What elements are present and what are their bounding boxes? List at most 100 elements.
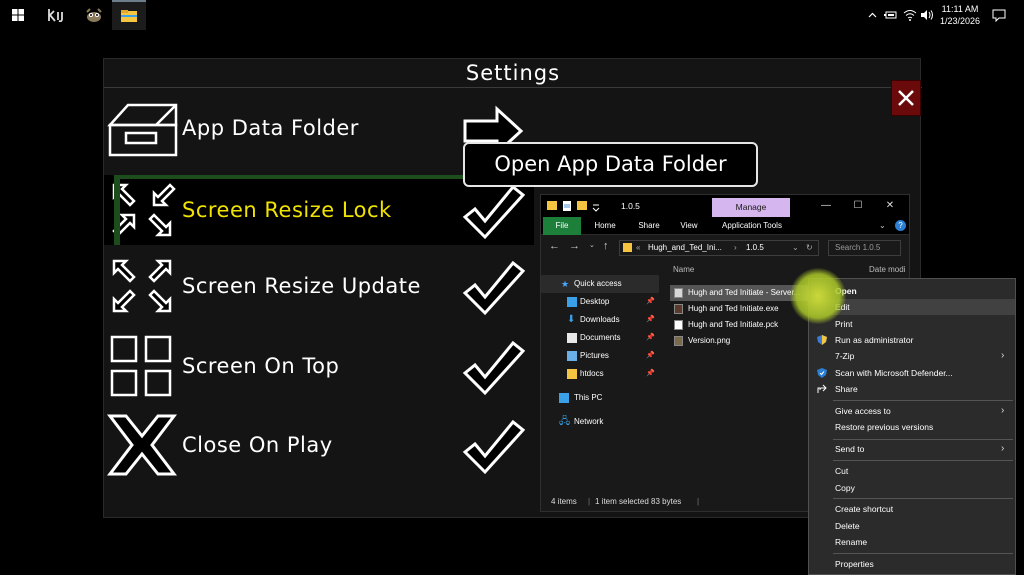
tab-share[interactable]: Share [629, 217, 669, 235]
close-icon [898, 90, 914, 106]
menu-item-share[interactable]: Share [809, 381, 1015, 397]
menu-item-give-access[interactable]: Give access to › [809, 403, 1015, 419]
setting-row-screen-on-top[interactable]: Screen On Top [104, 331, 534, 401]
settings-title: Settings [465, 61, 561, 85]
refresh-icon[interactable]: ↻ [806, 241, 813, 255]
nav-quick-access[interactable]: ★ Quick access [541, 275, 659, 293]
file-row[interactable]: Version.png [670, 333, 820, 349]
nav-pictures[interactable]: Pictures 📌 [541, 347, 659, 365]
file-row[interactable]: Hugh and Ted Initiate.exe [670, 301, 820, 317]
folder-icon [121, 10, 137, 22]
address-bar[interactable]: « Hugh_and_Ted_Ini... › 1.0.5 ⌄ ↻ [619, 240, 819, 256]
submenu-arrow-icon: › [1001, 443, 1005, 454]
clock-time[interactable]: 11:11 AM [935, 3, 985, 15]
recent-locations-icon[interactable]: ⌄ [589, 241, 595, 249]
explorer-title: 1.0.5 [621, 201, 640, 211]
close-window-icon[interactable]: ✕ [875, 195, 905, 217]
download-icon: ⬇ [567, 314, 576, 325]
menu-separator [833, 553, 1013, 554]
nav-this-pc[interactable]: This PC [541, 389, 659, 407]
volume-icon[interactable] [919, 0, 935, 30]
breadcrumb-parent[interactable]: Hugh_and_Ted_Ini... [648, 241, 722, 255]
computer-icon [559, 393, 569, 403]
ribbon-expand-icon[interactable]: ⌄ [879, 221, 886, 230]
menu-item-copy[interactable]: Copy [809, 480, 1015, 496]
menu-item-rename[interactable]: Rename [809, 534, 1015, 550]
clock-date[interactable]: 1/23/2026 [935, 15, 985, 27]
share-icon [817, 384, 827, 393]
breadcrumb-current[interactable]: 1.0.5 [746, 241, 764, 255]
menu-item-print[interactable]: Print [809, 316, 1015, 332]
menu-item-edit[interactable]: Edit [809, 299, 1015, 315]
search-input[interactable]: Search 1.0.5 [828, 240, 901, 256]
address-dropdown-icon[interactable]: ⌄ [792, 241, 799, 255]
pin-icon[interactable]: 📌 [646, 365, 655, 383]
menu-item-send-to[interactable]: Send to › [809, 441, 1015, 457]
menu-item-open[interactable]: Open [809, 283, 1015, 299]
menu-item-create-shortcut[interactable]: Create shortcut [809, 501, 1015, 517]
taskbar-app-kj[interactable] [42, 0, 70, 30]
tab-view[interactable]: View [671, 217, 707, 235]
app-kj-icon [48, 9, 63, 22]
close-button[interactable] [891, 80, 921, 116]
pin-icon[interactable]: 📌 [646, 347, 655, 365]
tab-file[interactable]: File [543, 217, 581, 235]
taskbar-app-gimp[interactable] [80, 0, 108, 30]
column-header-date[interactable]: Date modi [869, 265, 905, 274]
submenu-arrow-icon: › [1001, 405, 1005, 416]
taskbar-app-file-explorer[interactable] [112, 0, 146, 30]
file-icon [674, 320, 683, 330]
file-row[interactable]: Hugh and Ted Initiate - Server... [670, 285, 820, 301]
taskbar: 11:11 AM 1/23/2026 [0, 0, 1024, 30]
up-arrow-icon[interactable]: ↑ [603, 240, 609, 252]
notifications-icon[interactable] [990, 0, 1008, 30]
document-icon [567, 333, 577, 343]
file-row[interactable]: Hugh and Ted Initiate.pck [670, 317, 820, 333]
menu-item-run-as-admin[interactable]: Run as administrator [809, 332, 1015, 348]
nav-desktop[interactable]: Desktop 📌 [541, 293, 659, 311]
gimp-icon [86, 8, 102, 22]
nav-network[interactable]: 🖧 Network [541, 413, 659, 431]
status-item-count: 4 items [551, 497, 577, 506]
manage-tab[interactable]: Manage [712, 198, 790, 217]
breadcrumb-overflow[interactable]: « [636, 241, 640, 255]
status-divider: | [588, 497, 591, 506]
start-button[interactable] [4, 0, 32, 30]
ribbon-tabs: File Home Share View Application Tools ⌄… [541, 217, 909, 235]
tab-application-tools[interactable]: Application Tools [711, 217, 793, 235]
nav-htdocs[interactable]: htdocs 📌 [541, 365, 659, 383]
battery-icon[interactable] [882, 0, 898, 30]
pin-icon[interactable]: 📌 [646, 329, 655, 347]
help-icon[interactable]: ? [895, 220, 906, 231]
tab-home[interactable]: Home [585, 217, 625, 235]
nav-downloads[interactable]: ⬇ Downloads 📌 [541, 311, 659, 329]
pin-icon[interactable]: 📌 [646, 293, 655, 311]
status-divider: | [697, 497, 700, 506]
setting-row-close-on-play[interactable]: Close On Play [104, 410, 534, 480]
setting-label: Close On Play [182, 433, 333, 457]
menu-item-properties[interactable]: Properties [809, 556, 1015, 572]
nav-documents[interactable]: Documents 📌 [541, 329, 659, 347]
menu-item-delete[interactable]: Delete [809, 518, 1015, 534]
column-header-name[interactable]: Name [673, 265, 694, 274]
setting-label: App Data Folder [182, 116, 359, 140]
desktop: 11:11 AM 1/23/2026 Settings App Data Fol… [0, 0, 1024, 575]
menu-item-scan-defender[interactable]: Scan with Microsoft Defender... [809, 365, 1015, 381]
windows-logo-icon [12, 9, 24, 21]
menu-item-7zip[interactable]: 7-Zip › [809, 348, 1015, 364]
quick-access-toolbar-icons[interactable] [547, 200, 607, 212]
back-arrow-icon[interactable]: ← [549, 240, 560, 252]
x-icon [106, 414, 178, 476]
forward-arrow-icon[interactable]: → [569, 240, 580, 252]
setting-label: Screen On Top [182, 354, 340, 378]
menu-item-cut[interactable]: Cut [809, 463, 1015, 479]
pin-icon[interactable]: 📌 [646, 311, 655, 329]
chevron-up-icon[interactable] [866, 0, 878, 30]
setting-row-screen-resize-update[interactable]: Screen Resize Update [104, 251, 534, 321]
network-icon: 🖧 [559, 416, 571, 427]
menu-item-restore-versions[interactable]: Restore previous versions [809, 419, 1015, 435]
wifi-icon[interactable] [902, 0, 918, 30]
maximize-icon[interactable]: ☐ [843, 195, 873, 217]
minimize-icon[interactable]: — [811, 195, 841, 217]
app-icon [674, 304, 683, 314]
